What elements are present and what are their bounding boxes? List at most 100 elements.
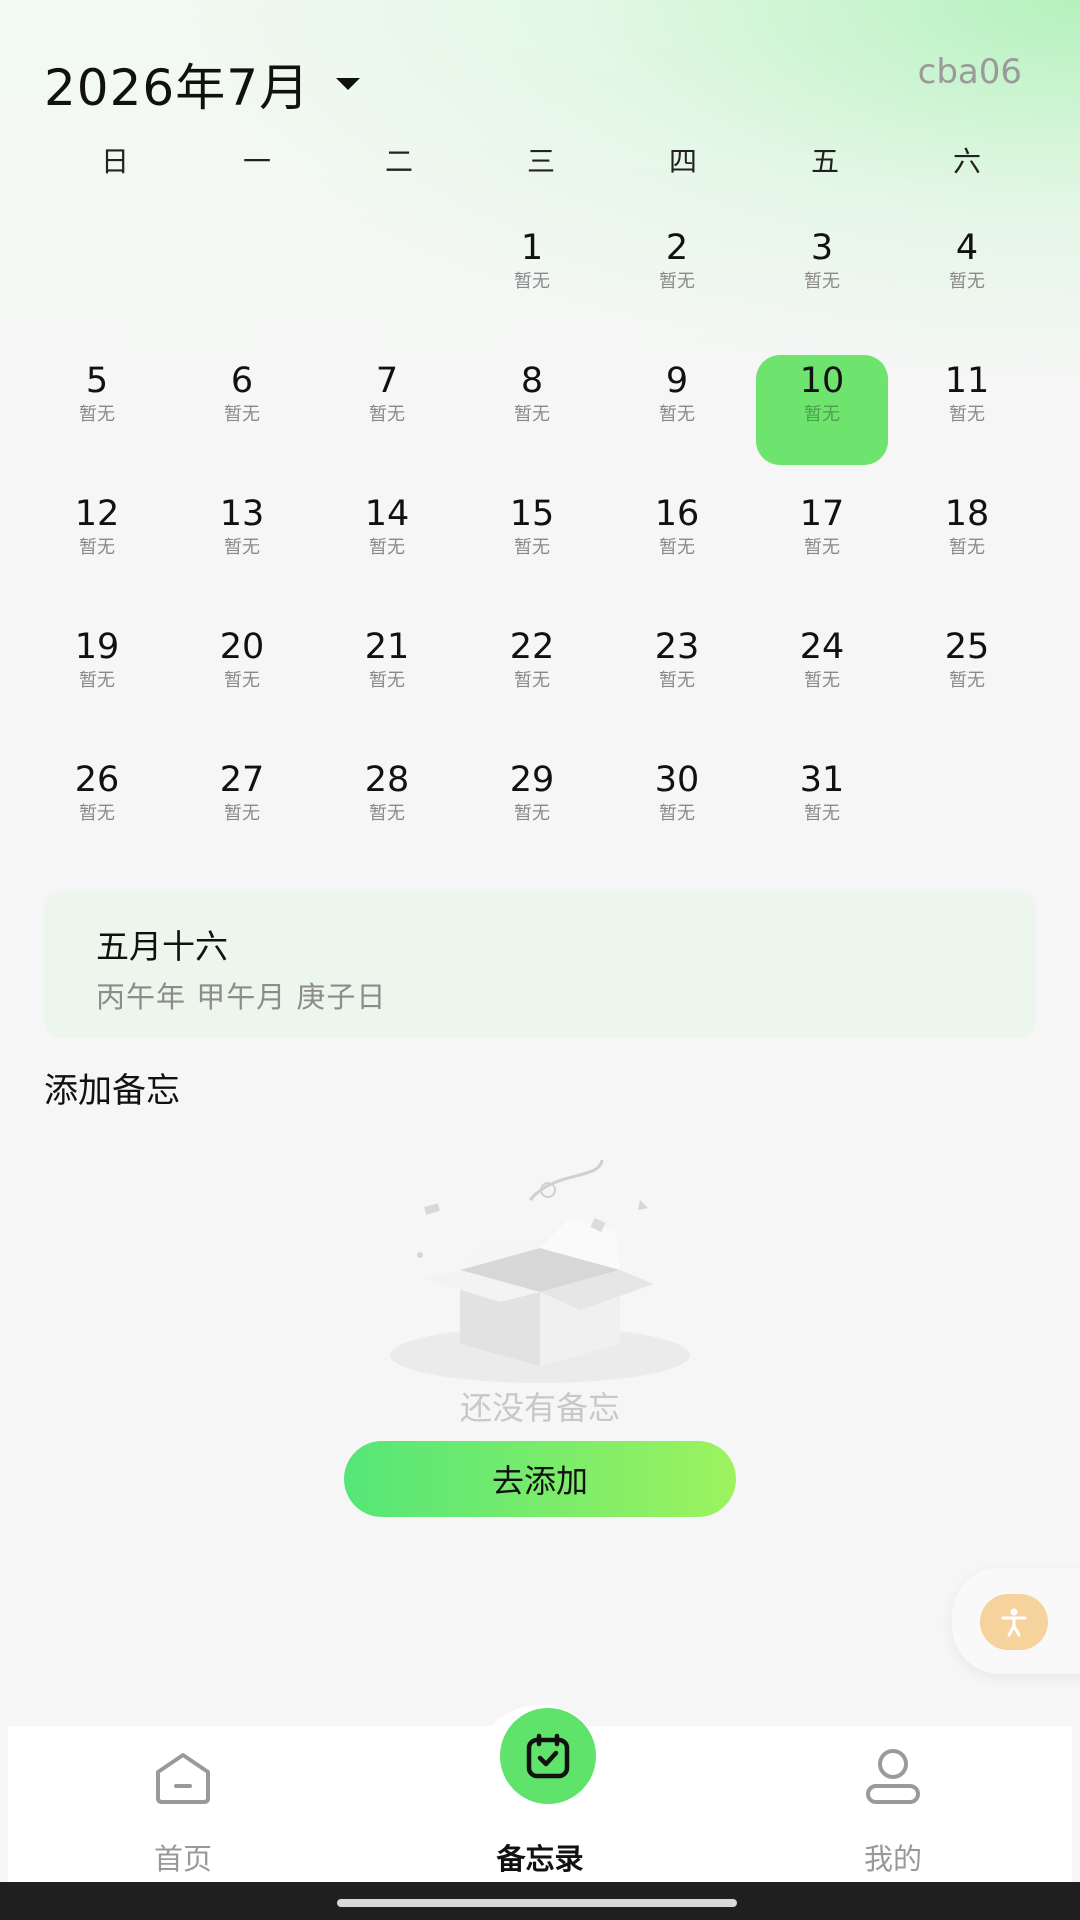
- day-status: 暂无: [659, 537, 695, 558]
- memo-check-icon: [526, 1733, 570, 1779]
- day-number: 15: [509, 494, 555, 534]
- calendar-day[interactable]: 8 暂无: [466, 355, 598, 465]
- caret-down-icon: [336, 78, 361, 90]
- nav-item-memo[interactable]: 备忘录: [420, 1708, 660, 1882]
- calendar-day[interactable]: 21 暂无: [321, 621, 453, 731]
- day-status: 暂无: [949, 404, 985, 425]
- day-number: 1: [520, 228, 544, 268]
- day-number: 7: [375, 361, 399, 401]
- calendar-day[interactable]: 26 暂无: [31, 754, 163, 864]
- calendar-day[interactable]: 11 暂无: [901, 355, 1033, 465]
- day-number: 18: [944, 494, 990, 534]
- day-number: 14: [364, 494, 410, 534]
- weekday-label: 四: [668, 145, 697, 178]
- calendar-day[interactable]: 3 暂无: [756, 222, 888, 332]
- nav-item-home[interactable]: 首页: [63, 1726, 303, 1882]
- calendar-day[interactable]: 23 暂无: [611, 621, 743, 731]
- day-status: 暂无: [804, 803, 840, 824]
- calendar-day[interactable]: 19 暂无: [31, 621, 163, 731]
- day-status: 暂无: [79, 803, 115, 824]
- day-status: 暂无: [949, 537, 985, 558]
- day-status: 暂无: [514, 271, 550, 292]
- day-number: 13: [219, 494, 265, 534]
- calendar-day[interactable]: 29 暂无: [466, 754, 598, 864]
- day-status: 暂无: [659, 670, 695, 691]
- calendar-day[interactable]: 17 暂无: [756, 488, 888, 598]
- lunar-info-card: 五月十六 丙午年 甲午月 庚子日: [44, 892, 1036, 1038]
- empty-state-text: 还没有备忘: [459, 1389, 620, 1427]
- calendar-day[interactable]: 4 暂无: [901, 222, 1033, 332]
- bottom-nav: 首页 备忘录 我的: [8, 1708, 1072, 1882]
- profile-icon: [866, 1749, 920, 1804]
- home-icon: [156, 1753, 210, 1804]
- weekday-label: 一: [242, 145, 271, 178]
- home-indicator[interactable]: [337, 1899, 737, 1907]
- accessibility-button[interactable]: [980, 1594, 1048, 1650]
- calendar-day[interactable]: 7 暂无: [321, 355, 453, 465]
- add-memo-button[interactable]: 去添加: [344, 1441, 736, 1517]
- day-number: 19: [74, 627, 120, 667]
- calendar-day[interactable]: 31 暂无: [756, 754, 888, 864]
- day-number: 2: [665, 228, 689, 268]
- calendar-day[interactable]: 30 暂无: [611, 754, 743, 864]
- calendar-day[interactable]: 22 暂无: [466, 621, 598, 731]
- calendar-day[interactable]: 2 暂无: [611, 222, 743, 332]
- calendar-day[interactable]: 1 暂无: [466, 222, 598, 332]
- calendar-day[interactable]: 24 暂无: [756, 621, 888, 731]
- calendar-day[interactable]: 5 暂无: [31, 355, 163, 465]
- day-status: 暂无: [659, 404, 695, 425]
- day-status: 暂无: [514, 404, 550, 425]
- calendar-day[interactable]: 6 暂无: [176, 355, 308, 465]
- day-status: 暂无: [79, 404, 115, 425]
- day-status: 暂无: [369, 537, 405, 558]
- calendar-day[interactable]: 13 暂无: [176, 488, 308, 598]
- day-number: 9: [665, 361, 689, 401]
- weekday-label: 二: [384, 145, 413, 178]
- day-status: 暂无: [224, 670, 260, 691]
- calendar-day[interactable]: 18 暂无: [901, 488, 1033, 598]
- day-status: 暂无: [514, 670, 550, 691]
- calendar-day[interactable]: 14 暂无: [321, 488, 453, 598]
- calendar-day[interactable]: 15 暂无: [466, 488, 598, 598]
- calendar-day[interactable]: 12 暂无: [31, 488, 163, 598]
- day-number: 11: [944, 361, 990, 401]
- nav-label-memo: 备忘录: [496, 1842, 584, 1876]
- day-status: 暂无: [79, 670, 115, 691]
- calendar-day[interactable]: 25 暂无: [901, 621, 1033, 731]
- username-label: cba06: [917, 52, 1022, 92]
- calendar-day[interactable]: 9 暂无: [611, 355, 743, 465]
- lunar-date: 五月十六: [96, 927, 228, 966]
- day-number: 8: [520, 361, 544, 401]
- day-status: 暂无: [369, 803, 405, 824]
- accessibility-icon: [1001, 1608, 1027, 1637]
- day-status: 暂无: [949, 670, 985, 691]
- month-picker[interactable]: 2026年7月: [44, 48, 361, 120]
- day-status: 暂无: [224, 537, 260, 558]
- day-status: 暂无: [804, 537, 840, 558]
- calendar-day-selected[interactable]: 10 暂无: [756, 355, 888, 465]
- day-number: 28: [364, 760, 410, 800]
- calendar-day[interactable]: 20 暂无: [176, 621, 308, 731]
- day-status: 暂无: [804, 271, 840, 292]
- calendar-day[interactable]: 16 暂无: [611, 488, 743, 598]
- day-number: 10: [799, 361, 845, 401]
- day-number: 4: [955, 228, 979, 268]
- day-number: 30: [654, 760, 700, 800]
- weekday-label: 日: [100, 145, 129, 178]
- day-status: 暂无: [224, 803, 260, 824]
- day-number: 25: [944, 627, 990, 667]
- day-status: 暂无: [949, 271, 985, 292]
- day-status: 暂无: [514, 803, 550, 824]
- nav-item-profile[interactable]: 我的: [773, 1726, 1013, 1882]
- calendar-grid: 1 暂无 2 暂无 3 暂无 4 暂无 5 暂无 6 暂无 7 暂无 8 暂无 9 暂无 10 暂无 11 暂无 12 暂无 1…: [0, 220, 1080, 840]
- day-status: 暂无: [224, 404, 260, 425]
- day-number: 22: [509, 627, 555, 667]
- day-number: 6: [230, 361, 254, 401]
- calendar-day[interactable]: 27 暂无: [176, 754, 308, 864]
- day-status: 暂无: [659, 271, 695, 292]
- weekday-header: 日 一 二 三 四 五 六: [0, 140, 1080, 180]
- calendar-day[interactable]: 28 暂无: [321, 754, 453, 864]
- empty-box-illustration: [390, 1160, 690, 1383]
- day-status: 暂无: [369, 670, 405, 691]
- day-number: 20: [219, 627, 265, 667]
